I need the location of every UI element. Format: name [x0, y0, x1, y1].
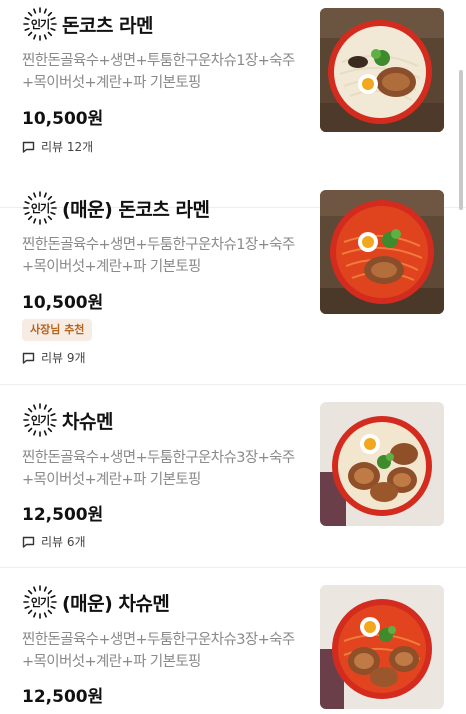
menu-item-price: 12,500원: [22, 505, 104, 525]
menu-item-title-row: 인기 차슈멘: [22, 402, 113, 438]
review-count-label: 리뷰 12개: [41, 140, 94, 154]
menu-item-name: 차슈멘: [62, 410, 113, 433]
menu-item-price: 10,500원: [22, 293, 104, 313]
scrollbar[interactable]: [459, 70, 463, 210]
menu-list: 인기 돈코츠 라멘 찐한돈골육수+생면+투툼한구운차슈1장+숙주+목이버섯+계란…: [0, 0, 466, 714]
menu-item-photo: [320, 402, 444, 526]
speech-bubble-icon: [22, 141, 35, 153]
review-count[interactable]: 리뷰 6개: [22, 533, 86, 550]
menu-item-photo: [320, 190, 444, 314]
review-count[interactable]: 리뷰 9개: [22, 349, 86, 366]
menu-item-price: 12,500원: [22, 687, 104, 707]
popular-badge-label: 인기: [30, 596, 50, 609]
popular-badge: 인기: [22, 584, 58, 620]
menu-item-title-row: 인기 돈코츠 라멘: [22, 6, 154, 42]
menu-item-name: (매운) 돈코츠 라멘: [62, 198, 210, 221]
review-count-label: 리뷰 6개: [41, 535, 86, 549]
popular-badge: 인기: [22, 402, 58, 438]
menu-item-chashu[interactable]: 인기 차슈멘 찐한돈골육수+생면+두툼한구운차슈3장+숙주+목이버섯+계란+파 …: [0, 386, 466, 568]
popular-badge-label: 인기: [30, 414, 50, 427]
menu-item-description: 찐한돈골육수+생면+투툼한구운차슈1장+숙주+목이버섯+계란+파 기본토핑: [22, 53, 295, 91]
owner-recommend-tag: 사장님 추천: [22, 319, 93, 341]
menu-item-name: (매운) 차슈멘: [62, 592, 170, 615]
menu-item-name: 돈코츠 라멘: [62, 14, 154, 37]
speech-bubble-icon: [22, 536, 35, 548]
menu-item-spicy-tonkotsu[interactable]: 인기 (매운) 돈코츠 라멘 찐한돈골육수+생면+두툼한구운차슈1장+숙주+목이…: [0, 171, 466, 385]
popular-badge-label: 인기: [30, 18, 50, 31]
menu-item-price: 10,500원: [22, 109, 104, 129]
review-count-label: 리뷰 9개: [41, 351, 86, 365]
menu-item-photo: [320, 8, 444, 132]
menu-item-spicy-chashu[interactable]: 인기 (매운) 차슈멘 찐한돈골육수+생면+두툼한구운차슈3장+숙주+목이버섯+…: [0, 569, 466, 714]
speech-bubble-icon: [22, 352, 35, 364]
menu-item-title-row: 인기 (매운) 차슈멘: [22, 584, 170, 620]
popular-badge-label: 인기: [30, 202, 50, 215]
menu-item-description: 찐한돈골육수+생면+두툼한구운차슈1장+숙주+목이버섯+계란+파 기본토핑: [22, 237, 295, 275]
menu-item-title-row: 인기 (매운) 돈코츠 라멘: [22, 190, 210, 226]
popular-badge: 인기: [22, 6, 58, 42]
menu-item-photo: [320, 585, 444, 709]
menu-item-description: 찐한돈골육수+생면+두툼한구운차슈3장+숙주+목이버섯+계란+파 기본토핑: [22, 632, 295, 670]
review-count[interactable]: 리뷰 12개: [22, 138, 93, 155]
menu-item-description: 찐한돈골육수+생면+두툼한구운차슈3장+숙주+목이버섯+계란+파 기본토핑: [22, 450, 295, 488]
popular-badge: 인기: [22, 190, 58, 226]
